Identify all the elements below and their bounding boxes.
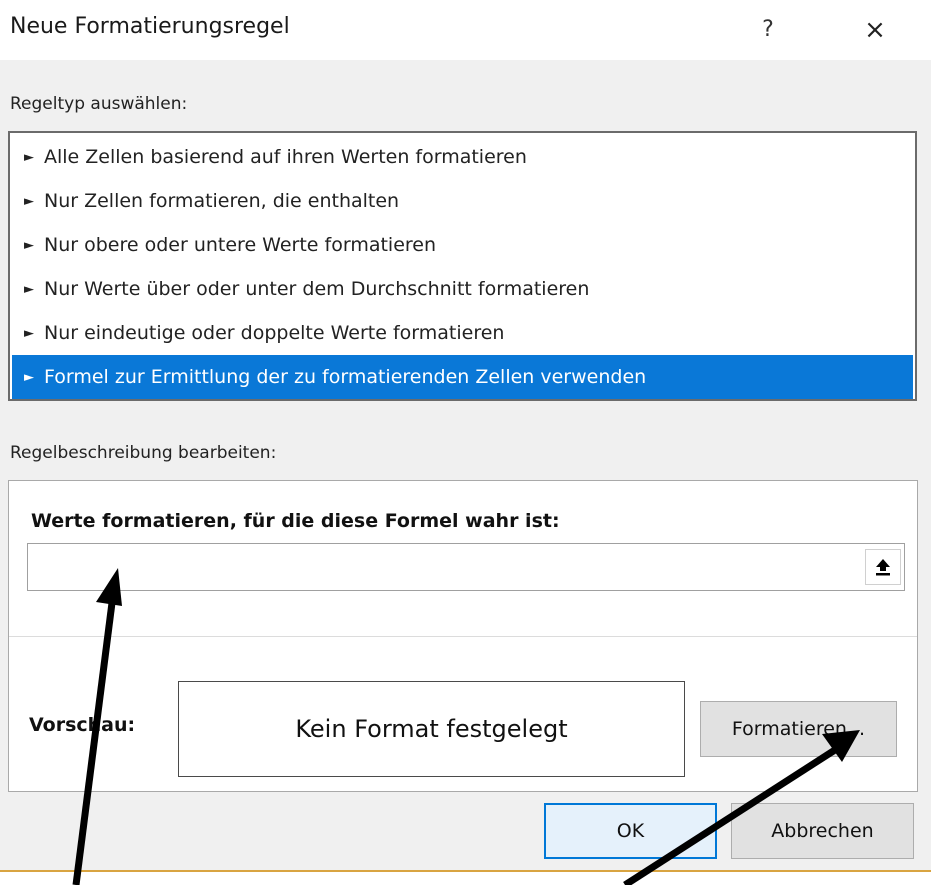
close-button[interactable]: × xyxy=(855,12,895,48)
divider xyxy=(9,636,917,637)
upload-arrow-icon xyxy=(876,559,890,576)
rule-type-item-label: Nur Werte über oder unter dem Durchschni… xyxy=(44,278,590,300)
preview-text: Kein Format festgelegt xyxy=(295,715,568,743)
pointer-arrow-icon: ► xyxy=(24,149,34,165)
help-button[interactable]: ? xyxy=(750,12,786,48)
rule-type-item[interactable]: ► Nur Werte über oder unter dem Durchsch… xyxy=(12,267,913,311)
rule-type-item-label: Formel zur Ermittlung der zu formatieren… xyxy=(44,366,647,388)
pointer-arrow-icon: ► xyxy=(24,325,34,341)
rule-type-item-label: Nur Zellen formatieren, die enthalten xyxy=(44,190,400,212)
dialog-title: Neue Formatierungsregel xyxy=(10,14,290,39)
rule-type-item-selected[interactable]: ► Formel zur Ermittlung der zu formatier… xyxy=(12,355,913,399)
rule-type-item-label: Nur obere oder untere Werte formatieren xyxy=(44,234,437,256)
pointer-arrow-icon: ► xyxy=(24,193,34,209)
rule-type-item[interactable]: ► Alle Zellen basierend auf ihren Werten… xyxy=(12,135,913,179)
rule-type-item[interactable]: ► Nur eindeutige oder doppelte Werte for… xyxy=(12,311,913,355)
sheet-edge xyxy=(0,870,931,885)
pointer-arrow-icon: ► xyxy=(24,369,34,385)
formula-heading: Werte formatieren, für die diese Formel … xyxy=(31,510,560,532)
rule-type-item-label: Alle Zellen basierend auf ihren Werten f… xyxy=(44,146,527,168)
ok-button-label: OK xyxy=(616,820,645,842)
ok-button[interactable]: OK xyxy=(544,803,717,859)
rule-type-item[interactable]: ► Nur Zellen formatieren, die enthalten xyxy=(12,179,913,223)
pointer-arrow-icon: ► xyxy=(24,237,34,253)
rule-type-label: Regeltyp auswählen: xyxy=(10,94,188,114)
title-bar: Neue Formatierungsregel ? × xyxy=(0,0,931,60)
format-button[interactable]: Formatieren... xyxy=(700,701,897,757)
rule-type-list[interactable]: ► Alle Zellen basierend auf ihren Werten… xyxy=(8,131,917,401)
collapse-dialog-button[interactable] xyxy=(865,549,901,585)
cancel-button-label: Abbrechen xyxy=(771,820,874,842)
formula-input[interactable] xyxy=(28,544,862,590)
rule-type-item-label: Nur eindeutige oder doppelte Werte forma… xyxy=(44,322,505,344)
preview-box: Kein Format festgelegt xyxy=(178,681,685,777)
rule-type-item[interactable]: ► Nur obere oder untere Werte formatiere… xyxy=(12,223,913,267)
preview-label: Vorschau: xyxy=(29,714,136,736)
format-button-label: Formatieren... xyxy=(731,718,866,740)
formula-input-container xyxy=(27,543,905,591)
pointer-arrow-icon: ► xyxy=(24,281,34,297)
rule-description-label: Regelbeschreibung bearbeiten: xyxy=(10,443,277,463)
cancel-button[interactable]: Abbrechen xyxy=(731,803,914,859)
